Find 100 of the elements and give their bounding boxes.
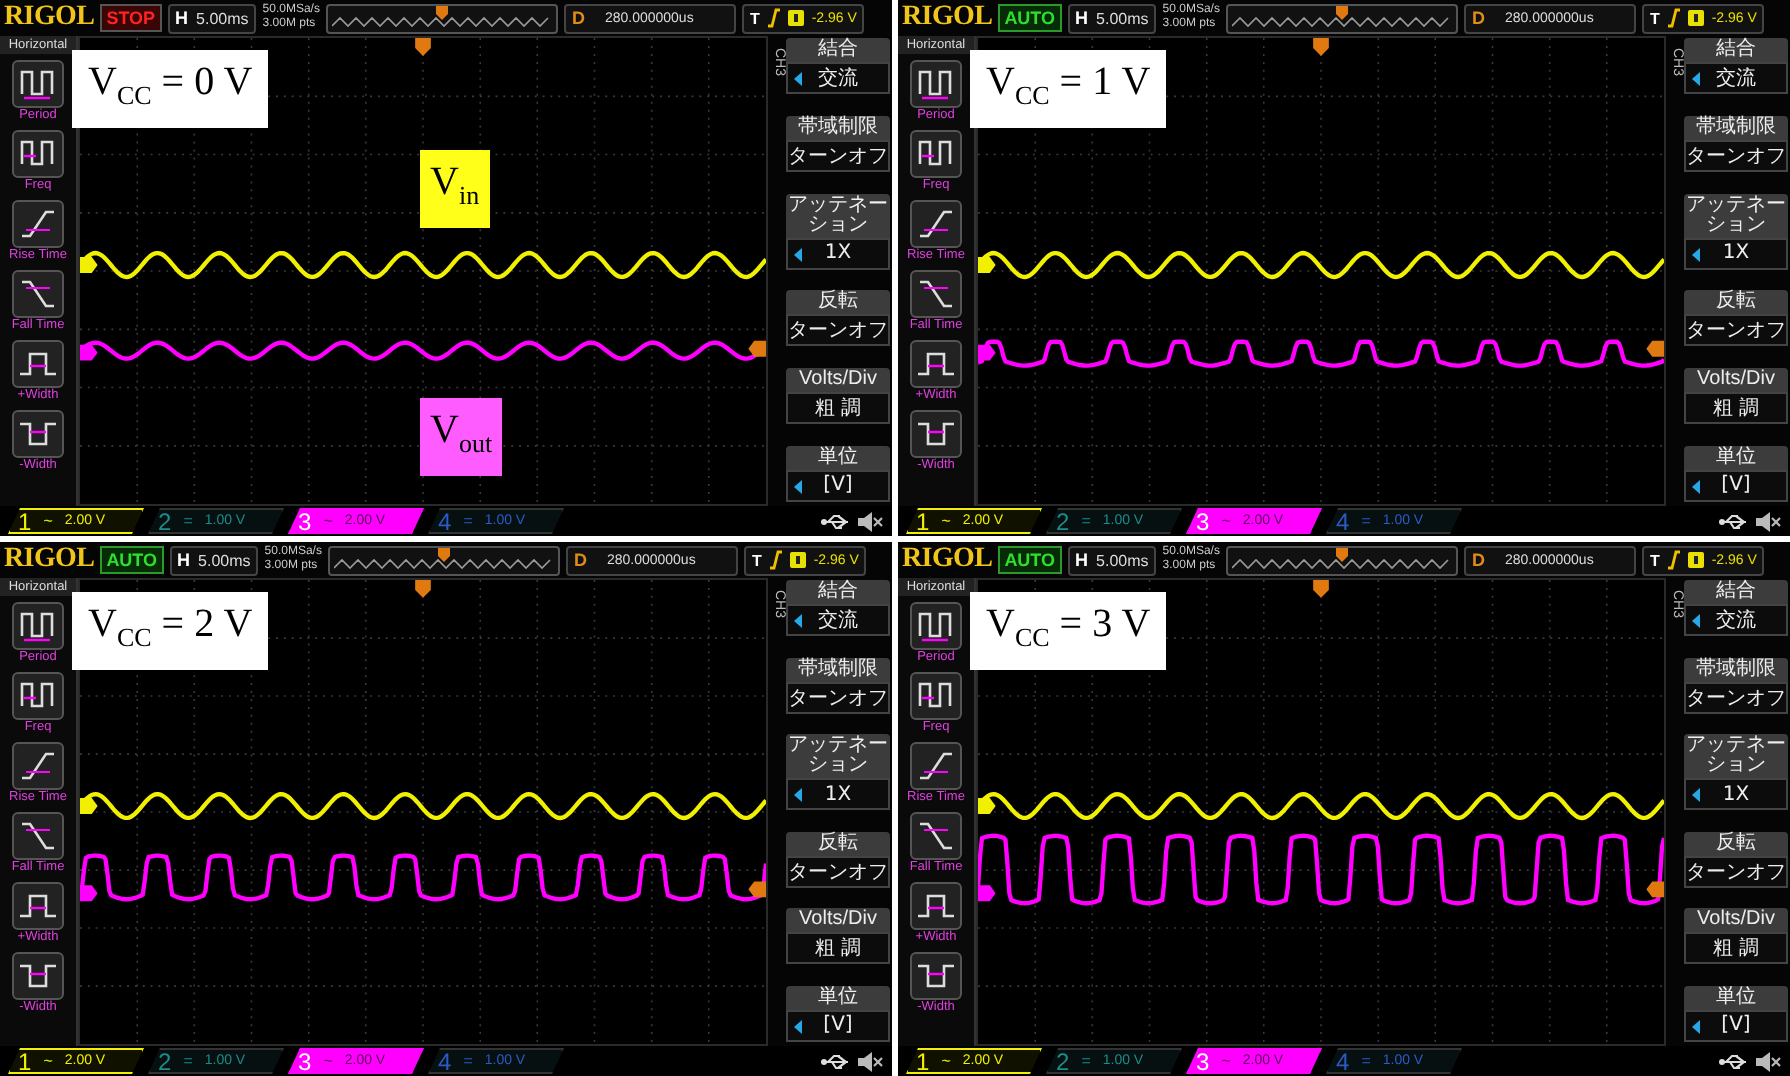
measure-button[interactable]	[12, 952, 64, 1000]
measure-button[interactable]	[12, 882, 64, 930]
delay-label: D	[573, 550, 587, 570]
measure-button[interactable]	[910, 742, 962, 790]
menu-value-button[interactable]: ターンオフ	[1684, 139, 1788, 172]
measure-button[interactable]	[910, 340, 962, 388]
measure-button[interactable]	[910, 60, 962, 108]
measure-button[interactable]	[910, 200, 962, 248]
menu-value-button[interactable]: 交流	[1684, 62, 1788, 94]
menu-value-button[interactable]: [V]	[1684, 1009, 1788, 1042]
menu-title: 帯域制限	[1684, 115, 1788, 140]
run-status-button[interactable]: AUTO	[998, 546, 1062, 574]
waveform-preview-icon	[1231, 555, 1452, 571]
left-arrow-icon	[794, 788, 802, 803]
left-arrow-icon	[1692, 479, 1700, 494]
menu-value-button[interactable]: 粗 調	[1684, 932, 1788, 965]
measure-button[interactable]	[12, 340, 64, 388]
delay-label: D	[1471, 550, 1485, 570]
measure-button[interactable]	[12, 60, 64, 108]
measure-button[interactable]	[910, 672, 962, 720]
measure-button[interactable]	[12, 672, 64, 720]
run-status-button[interactable]: AUTO	[998, 4, 1062, 32]
menu-title: 反転	[786, 290, 890, 315]
menu-title: アッテネーション	[786, 734, 890, 779]
left-arrow-icon	[794, 247, 802, 262]
usb-icon	[1718, 1053, 1750, 1069]
measure-button[interactable]	[910, 270, 962, 318]
brand-logo: RIGOL	[902, 2, 993, 34]
menu-value-button[interactable]: 1X	[786, 237, 890, 270]
menu-value-button[interactable]: ターンオフ	[786, 139, 890, 172]
left-arrow-icon	[1692, 1019, 1700, 1034]
timebase-label: H	[177, 550, 191, 570]
measure-button[interactable]	[910, 130, 962, 178]
menu-title: アッテネーション	[786, 193, 890, 238]
measure-button[interactable]	[12, 742, 64, 790]
channel-marker-icon	[978, 257, 996, 273]
delay-label: D	[1471, 8, 1485, 28]
menu-value-button[interactable]: ターンオフ	[1684, 681, 1788, 714]
supply-voltage-label: V$_{CC}$ = 1 V	[970, 50, 1167, 128]
menu-value-button[interactable]: 粗 調	[786, 932, 890, 965]
menu-title: 単位	[1684, 985, 1788, 1010]
timebase-label: H	[1075, 8, 1089, 28]
menu-title: 結合	[786, 580, 890, 604]
channel-source-icon	[789, 552, 806, 568]
measure-button[interactable]	[12, 130, 64, 178]
menu-value-button[interactable]: 交流	[1684, 604, 1788, 636]
menu-value-button[interactable]: ターンオフ	[1684, 314, 1788, 347]
left-arrow-icon	[794, 614, 802, 628]
menu-title: 結合	[786, 38, 890, 62]
measure-button[interactable]	[12, 200, 64, 248]
timebase-label: H	[175, 8, 189, 28]
menu-title: 帯域制限	[786, 657, 890, 682]
menu-title: Volts/Div	[1684, 368, 1788, 393]
menu-value-button[interactable]: [V]	[1684, 469, 1788, 502]
menu-title: 単位	[1684, 445, 1788, 470]
menu-value-button[interactable]: ターンオフ	[786, 855, 890, 888]
menu-title: Volts/Div	[786, 368, 890, 393]
brand-logo: RIGOL	[4, 544, 95, 576]
trigger-label: T	[751, 551, 762, 569]
menu-value-button[interactable]: 1X	[1684, 778, 1788, 811]
left-arrow-icon	[1692, 614, 1700, 628]
timebase-value: 5.00ms	[1096, 9, 1149, 27]
left-arrow-icon	[794, 479, 802, 494]
trigger-level-icon	[748, 881, 766, 898]
measure-button[interactable]	[12, 812, 64, 860]
menu-title: Volts/Div	[1684, 908, 1788, 933]
menu-value-button[interactable]: 1X	[786, 778, 890, 811]
channel-marker-icon	[80, 885, 98, 902]
menu-value-button[interactable]: [V]	[786, 1009, 890, 1042]
trigger-position-icon	[1313, 38, 1329, 56]
measure-button[interactable]	[12, 270, 64, 318]
menu-value-button[interactable]: [V]	[786, 469, 890, 502]
menu-value-button[interactable]: ターンオフ	[1684, 855, 1788, 888]
menu-value-button[interactable]: 交流	[786, 604, 890, 636]
measure-button[interactable]	[910, 410, 962, 458]
menu-value-button[interactable]: 交流	[786, 62, 890, 94]
menu-value-button[interactable]: ターンオフ	[786, 314, 890, 347]
trigger-position-icon	[435, 5, 448, 19]
channel-marker-icon	[80, 798, 98, 814]
channel-source-icon	[787, 10, 804, 26]
measure-button[interactable]	[910, 602, 962, 650]
run-status-button[interactable]: AUTO	[100, 546, 164, 574]
usb-icon	[820, 513, 852, 529]
timebase-label: H	[1075, 550, 1089, 570]
menu-value-button[interactable]: 1X	[1684, 237, 1788, 270]
menu-value-button[interactable]: 粗 調	[1684, 392, 1788, 425]
menu-value-button[interactable]: 粗 調	[786, 392, 890, 425]
measure-button[interactable]	[910, 952, 962, 1000]
speaker-muted-icon	[856, 511, 884, 531]
measure-button[interactable]	[910, 812, 962, 860]
menu-value-button[interactable]: ターンオフ	[786, 681, 890, 714]
menu-title: 帯域制限	[786, 115, 890, 140]
trigger-position-icon	[1335, 5, 1348, 19]
trigger-label: T	[1649, 551, 1660, 569]
trigger-label: T	[1649, 9, 1660, 27]
waveform-preview-icon	[1231, 13, 1452, 29]
measure-button[interactable]	[12, 410, 64, 458]
measure-button[interactable]	[12, 602, 64, 650]
run-status-button[interactable]: STOP	[100, 4, 162, 32]
measure-button[interactable]	[910, 882, 962, 930]
